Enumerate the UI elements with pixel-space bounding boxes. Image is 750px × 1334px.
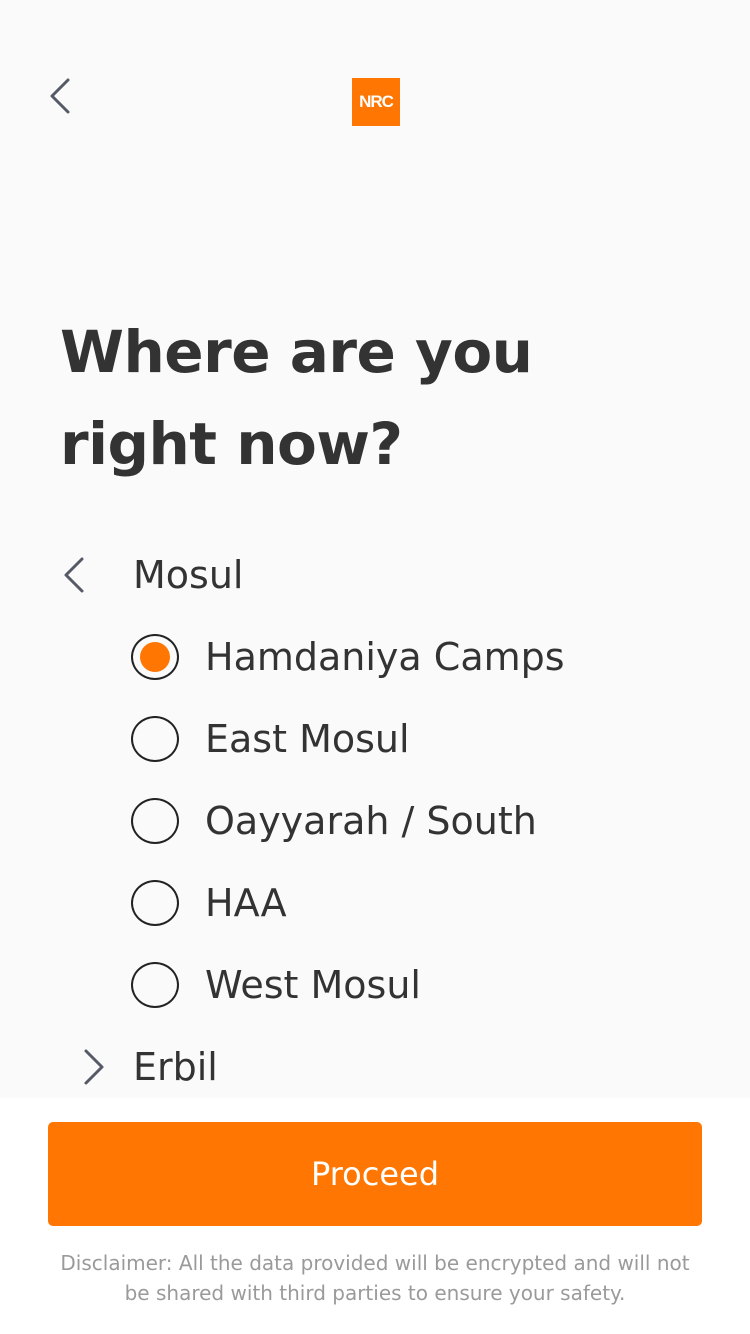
radio-button[interactable] (131, 880, 179, 926)
chevron-left-icon (64, 557, 84, 593)
proceed-button[interactable]: Proceed (48, 1122, 702, 1226)
page-title: Where are you right now? (60, 306, 660, 490)
radio-option-hamdaniya-camps[interactable]: Hamdaniya Camps (131, 631, 691, 683)
option-label: West Mosul (205, 963, 421, 1007)
group-label: Mosul (133, 553, 244, 597)
radio-button[interactable] (131, 716, 179, 762)
radio-button[interactable] (131, 962, 179, 1008)
radio-option-east-mosul[interactable]: East Mosul (131, 713, 691, 765)
nrc-logo: NRC (352, 78, 400, 126)
option-label: HAA (205, 881, 287, 925)
radio-option-oayyarah-south[interactable]: Oayyarah / South (131, 795, 691, 847)
title-line-2: right now? (60, 410, 403, 478)
location-group-mosul[interactable]: Mosul (56, 545, 696, 605)
radio-button[interactable] (131, 798, 179, 844)
radio-option-haa[interactable]: HAA (131, 877, 691, 929)
radio-button-selected[interactable] (131, 634, 179, 680)
location-group-erbil[interactable]: Erbil (56, 1037, 696, 1097)
logo-text: NRC (359, 92, 394, 111)
title-line-1: Where are you (60, 318, 533, 386)
chevron-right-icon (84, 1049, 104, 1085)
back-button[interactable] (44, 76, 84, 116)
option-label: Hamdaniya Camps (205, 635, 565, 679)
option-label: Oayyarah / South (205, 799, 537, 843)
footer: Proceed Disclaimer: All the data provide… (0, 1098, 750, 1334)
option-label: East Mosul (205, 717, 410, 761)
chevron-left-icon (50, 78, 70, 114)
disclaimer-text: Disclaimer: All the data provided will b… (60, 1251, 690, 1305)
radio-option-west-mosul[interactable]: West Mosul (131, 959, 691, 1011)
group-label: Erbil (133, 1045, 218, 1089)
